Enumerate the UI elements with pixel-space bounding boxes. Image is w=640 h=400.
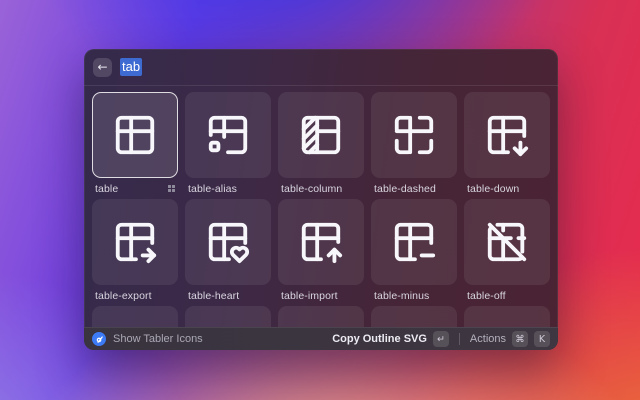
grid-cell: table-dashed <box>371 92 457 199</box>
grid-cell: table-down <box>464 92 550 199</box>
search-query-selected-text: tab <box>120 58 142 76</box>
table-heart-icon <box>205 219 251 265</box>
icon-tile-table-export[interactable] <box>92 199 178 285</box>
icon-tile-table-column[interactable] <box>278 92 364 178</box>
grid-cell: table-column <box>278 92 364 199</box>
return-key-badge[interactable]: ↵ <box>433 331 449 347</box>
icon-label: table-off <box>467 290 506 302</box>
grid-cell: table-heart <box>185 199 271 306</box>
icon-label-row: table-column <box>278 178 364 199</box>
actions-label[interactable]: Actions <box>470 333 506 345</box>
icon-label-row: table-dashed <box>371 178 457 199</box>
table-export-icon <box>112 219 158 265</box>
action-bar: Show Tabler Icons Copy Outline SVG ↵ Act… <box>84 327 558 350</box>
table-dashed-icon <box>391 112 437 158</box>
shortcut-hints: Copy Outline SVG ↵ Actions ⌘ K <box>332 331 550 347</box>
icon-tile-table-off[interactable] <box>464 199 550 285</box>
table-off-icon <box>484 219 530 265</box>
icon-label: table-dashed <box>374 183 436 195</box>
search-bar: ← tab <box>84 49 558 86</box>
search-input[interactable]: tab <box>120 57 142 77</box>
icon-search-window: ← tab table table-alias table-column table-… <box>84 49 558 350</box>
icon-tile-table-alias[interactable] <box>185 92 271 178</box>
icon-label-row: table <box>92 178 178 199</box>
grid-badge-icon <box>168 185 175 192</box>
tabler-extension-icon <box>92 332 106 346</box>
back-button[interactable]: ← <box>93 58 112 77</box>
extension-info: Show Tabler Icons <box>92 332 332 346</box>
icon-label-row: table-alias <box>185 178 271 199</box>
back-arrow-icon: ← <box>97 61 107 73</box>
table-alias-icon <box>205 112 251 158</box>
icon-label-row: table-minus <box>371 285 457 306</box>
icon-label-row: table-heart <box>185 285 271 306</box>
icon-label: table <box>95 183 118 195</box>
icon-label-row: table-off <box>464 285 550 306</box>
icon-label: table-export <box>95 290 152 302</box>
icon-label: table-minus <box>374 290 429 302</box>
icon-label: table-alias <box>188 183 237 195</box>
footer-divider <box>459 333 460 345</box>
icon-tile-table-heart[interactable] <box>185 199 271 285</box>
table-icon <box>112 112 158 158</box>
grid-cell: table-minus <box>371 199 457 306</box>
icon-label-row: table-down <box>464 178 550 199</box>
desktop-background: ← tab table table-alias table-column table-… <box>0 0 640 400</box>
icon-label: table-column <box>281 183 342 195</box>
grid-cell: table <box>92 92 178 199</box>
table-column-icon <box>298 112 344 158</box>
results-area: table table-alias table-column table-dashed… <box>84 86 558 350</box>
grid-cell: table-export <box>92 199 178 306</box>
extension-title: Show Tabler Icons <box>113 333 203 345</box>
icon-label: table-import <box>281 290 338 302</box>
primary-action-label[interactable]: Copy Outline SVG <box>332 333 427 345</box>
grid-cell: table-alias <box>185 92 271 199</box>
icon-tile-table[interactable] <box>92 92 178 178</box>
icon-label: table-down <box>467 183 519 195</box>
icon-tile-table-minus[interactable] <box>371 199 457 285</box>
icon-label-row: table-import <box>278 285 364 306</box>
icon-tile-table-down[interactable] <box>464 92 550 178</box>
cmd-key-badge[interactable]: ⌘ <box>512 331 528 347</box>
icon-grid: table table-alias table-column table-dashed… <box>92 92 550 350</box>
table-minus-icon <box>391 219 437 265</box>
table-import-icon <box>298 219 344 265</box>
icon-label-row: table-export <box>92 285 178 306</box>
grid-cell: table-off <box>464 199 550 306</box>
icon-label: table-heart <box>188 290 239 302</box>
k-key-badge[interactable]: K <box>534 331 550 347</box>
icon-tile-table-dashed[interactable] <box>371 92 457 178</box>
table-down-icon <box>484 112 530 158</box>
grid-cell: table-import <box>278 199 364 306</box>
icon-tile-table-import[interactable] <box>278 199 364 285</box>
